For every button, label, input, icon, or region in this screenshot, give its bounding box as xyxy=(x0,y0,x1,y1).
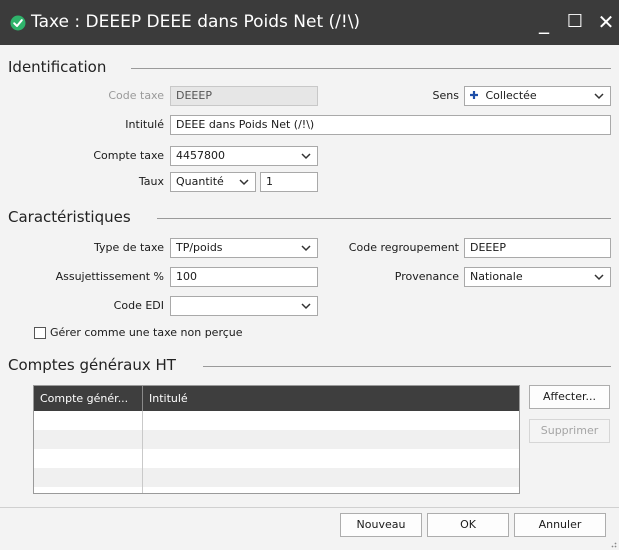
window-titlebar[interactable]: Taxe : DEEEP DEEE dans Poids Net (/!\) _… xyxy=(0,0,619,45)
type-taxe-value: TP/poids xyxy=(176,241,223,254)
provenance-label: Provenance xyxy=(394,270,459,283)
table-row[interactable] xyxy=(34,468,519,487)
annuler-button[interactable]: Annuler xyxy=(514,513,606,537)
dialog-body: Identification Code taxe DEEEP Sens Coll… xyxy=(0,45,619,550)
app-icon xyxy=(10,15,26,31)
table-row[interactable] xyxy=(34,430,519,449)
taux-field[interactable]: 1 xyxy=(260,172,318,192)
column-header-intitule[interactable]: Intitulé xyxy=(149,386,188,411)
section-title-caracteristiques: Caractéristiques xyxy=(8,208,131,226)
section-title-identification: Identification xyxy=(8,58,107,76)
taux-type-select[interactable]: Quantité xyxy=(170,172,256,192)
chevron-down-icon xyxy=(301,303,311,310)
taux-type-value: Quantité xyxy=(176,175,224,188)
compte-taxe-value: 4457800 xyxy=(176,149,225,162)
maximize-button[interactable]: ☐ xyxy=(562,8,588,36)
assujettissement-label: Assujettissement % xyxy=(55,270,164,283)
code-regroupement-label: Code regroupement xyxy=(348,241,459,254)
provenance-value: Nationale xyxy=(470,270,523,283)
resize-grip-icon[interactable] xyxy=(609,540,617,548)
footer-divider xyxy=(0,507,619,508)
chevron-down-icon xyxy=(301,245,311,252)
chevron-down-icon xyxy=(594,274,604,281)
section-title-comptes: Comptes généraux HT xyxy=(8,356,176,374)
code-regroupement-field[interactable]: DEEEP xyxy=(464,238,611,258)
code-edi-select[interactable] xyxy=(170,296,318,316)
code-edi-label: Code EDI xyxy=(113,299,164,312)
column-header-divider xyxy=(142,386,143,411)
type-taxe-label: Type de taxe xyxy=(93,241,164,254)
assujettissement-field[interactable]: 100 xyxy=(170,267,318,287)
chevron-down-icon xyxy=(239,179,249,186)
comptes-table[interactable]: Compte génér... Intitulé xyxy=(33,385,520,494)
code-taxe-field: DEEEP xyxy=(170,86,318,106)
sens-label: Sens xyxy=(432,89,459,102)
provenance-select[interactable]: Nationale xyxy=(464,267,611,287)
gerer-checkbox[interactable] xyxy=(34,327,46,339)
affecter-button[interactable]: Affecter... xyxy=(529,385,610,409)
intitule-label: Intitulé xyxy=(125,118,164,131)
minimize-button[interactable]: _ xyxy=(531,8,557,36)
window-title: Taxe : DEEEP DEEE dans Poids Net (/!\) xyxy=(31,12,361,32)
column-header-compte[interactable]: Compte génér... xyxy=(40,386,128,411)
table-header: Compte génér... Intitulé xyxy=(34,386,519,411)
code-taxe-label: Code taxe xyxy=(108,89,164,102)
section-divider xyxy=(203,366,611,367)
section-divider xyxy=(131,68,611,69)
type-taxe-select[interactable]: TP/poids xyxy=(170,238,318,258)
chevron-down-icon xyxy=(594,93,604,100)
close-button[interactable]: ✕ xyxy=(593,8,619,36)
chevron-down-icon xyxy=(301,153,311,160)
intitule-field[interactable]: DEEE dans Poids Net (/!\) xyxy=(170,115,611,135)
gerer-checkbox-label[interactable]: Gérer comme une taxe non perçue xyxy=(50,325,243,341)
nouveau-button[interactable]: Nouveau xyxy=(340,513,422,537)
taux-label: Taux xyxy=(138,175,164,188)
plus-icon xyxy=(470,91,478,99)
supprimer-button[interactable]: Supprimer xyxy=(529,419,610,443)
ok-button[interactable]: OK xyxy=(427,513,509,537)
compte-taxe-select[interactable]: 4457800 xyxy=(170,146,318,166)
sens-select[interactable]: Collectée xyxy=(464,86,611,106)
compte-taxe-label: Compte taxe xyxy=(93,149,164,162)
section-divider xyxy=(157,218,611,219)
sens-value: Collectée xyxy=(485,89,537,102)
